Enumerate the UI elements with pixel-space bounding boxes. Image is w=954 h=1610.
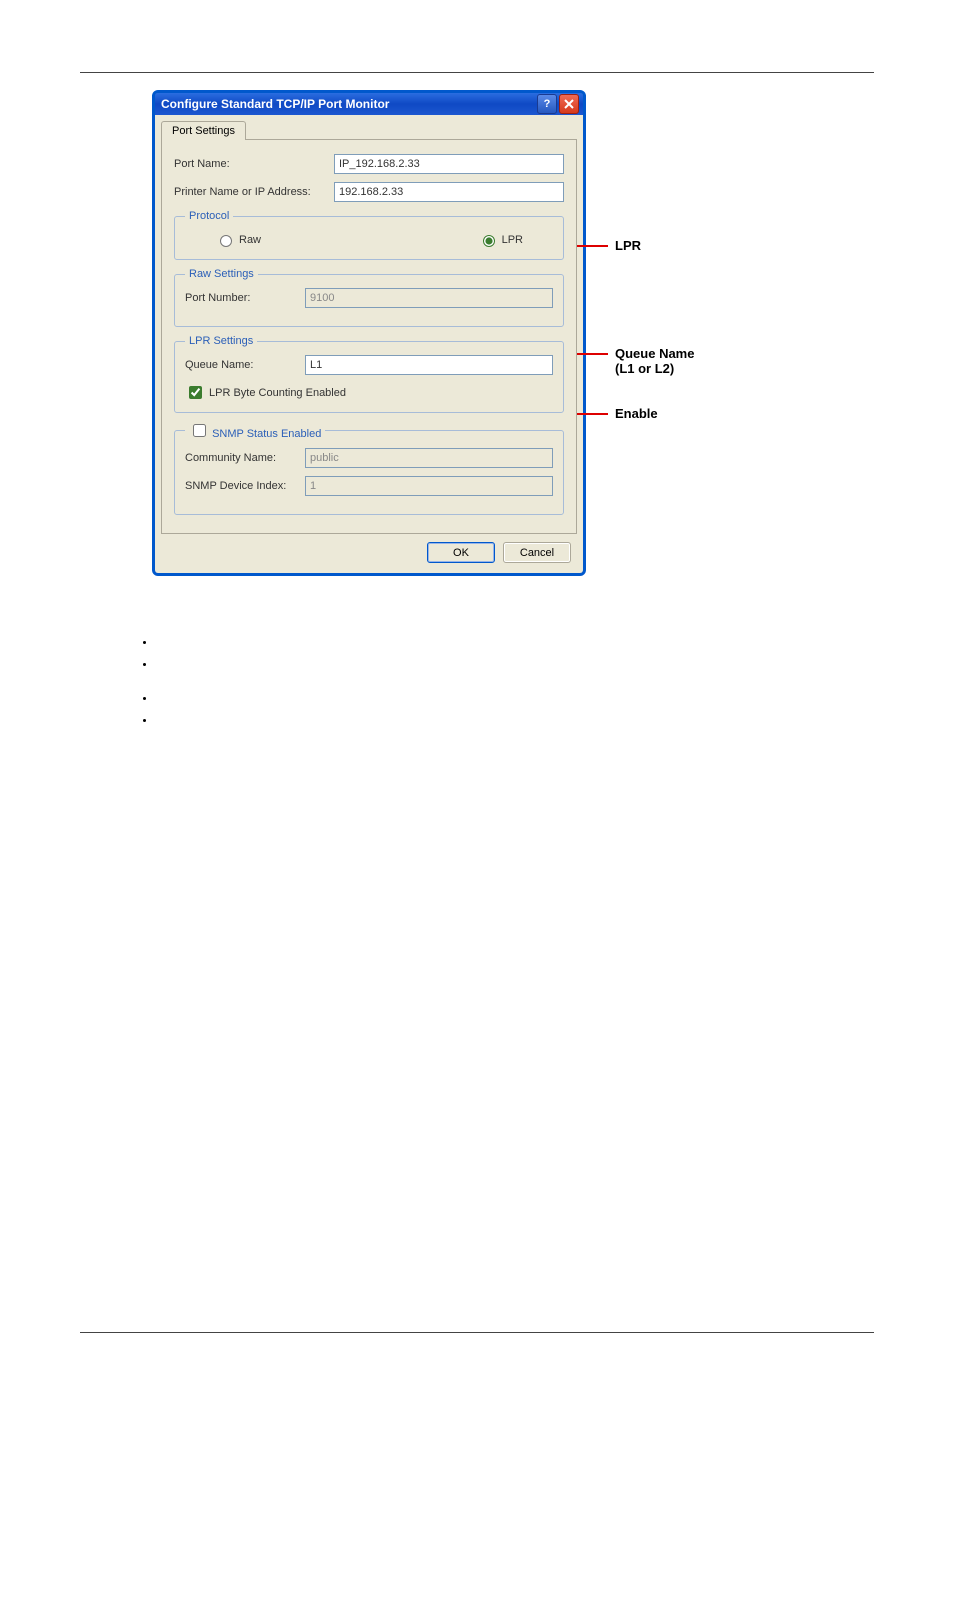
lpr-radio[interactable] <box>483 235 495 247</box>
community-input <box>305 448 553 468</box>
cancel-button[interactable]: Cancel <box>503 542 571 563</box>
horizontal-rule-top <box>80 72 874 73</box>
raw-radio[interactable] <box>220 235 232 247</box>
tab-port-settings[interactable]: Port Settings <box>161 121 246 140</box>
lpr-settings-group: LPR Settings Queue Name: LPR Byte Counti… <box>174 335 564 413</box>
lpr-byte-checkbox-label[interactable]: LPR Byte Counting Enabled <box>185 383 553 402</box>
snmp-legend[interactable]: SNMP Status Enabled <box>185 421 325 440</box>
printer-name-label: Printer Name or IP Address: <box>174 186 334 198</box>
close-icon <box>564 99 574 109</box>
bullet-item <box>156 659 159 671</box>
lpr-byte-checkbox[interactable] <box>189 386 202 399</box>
titlebar[interactable]: Configure Standard TCP/IP Port Monitor ? <box>155 93 583 115</box>
snmp-index-input <box>305 476 553 496</box>
callout-lpr: LPR <box>615 238 641 253</box>
close-button[interactable] <box>559 94 579 114</box>
queue-name-input[interactable] <box>305 355 553 375</box>
raw-settings-legend: Raw Settings <box>185 268 258 280</box>
dialog-title: Configure Standard TCP/IP Port Monitor <box>161 97 535 111</box>
port-number-input <box>305 288 553 308</box>
protocol-group: Protocol Raw LPR <box>174 210 564 260</box>
port-number-label: Port Number: <box>185 292 305 304</box>
snmp-index-label: SNMP Device Index: <box>185 480 305 492</box>
lpr-radio-label[interactable]: LPR <box>478 232 523 247</box>
protocol-legend: Protocol <box>185 210 233 222</box>
lpr-settings-legend: LPR Settings <box>185 335 257 347</box>
port-name-label: Port Name: <box>174 158 334 170</box>
dialog-window: Configure Standard TCP/IP Port Monitor ?… <box>152 90 586 576</box>
port-name-input[interactable] <box>334 154 564 174</box>
raw-settings-group: Raw Settings Port Number: <box>174 268 564 327</box>
bullet-item <box>156 637 159 649</box>
callout-queue: Queue Name (L1 or L2) <box>615 346 694 376</box>
horizontal-rule-bottom <box>80 1332 874 1333</box>
ok-button[interactable]: OK <box>427 542 495 563</box>
printer-name-input[interactable] <box>334 182 564 202</box>
queue-name-label: Queue Name: <box>185 359 305 371</box>
snmp-checkbox[interactable] <box>193 424 206 437</box>
community-label: Community Name: <box>185 452 305 464</box>
bullet-list <box>116 637 159 737</box>
bullet-item <box>156 693 159 705</box>
help-button[interactable]: ? <box>537 94 557 114</box>
bullet-item <box>156 715 159 727</box>
raw-radio-label[interactable]: Raw <box>215 232 261 247</box>
snmp-group: SNMP Status Enabled Community Name: SNMP… <box>174 421 564 515</box>
callout-enable: Enable <box>615 406 658 421</box>
settings-panel: Port Name: Printer Name or IP Address: P… <box>161 139 577 534</box>
